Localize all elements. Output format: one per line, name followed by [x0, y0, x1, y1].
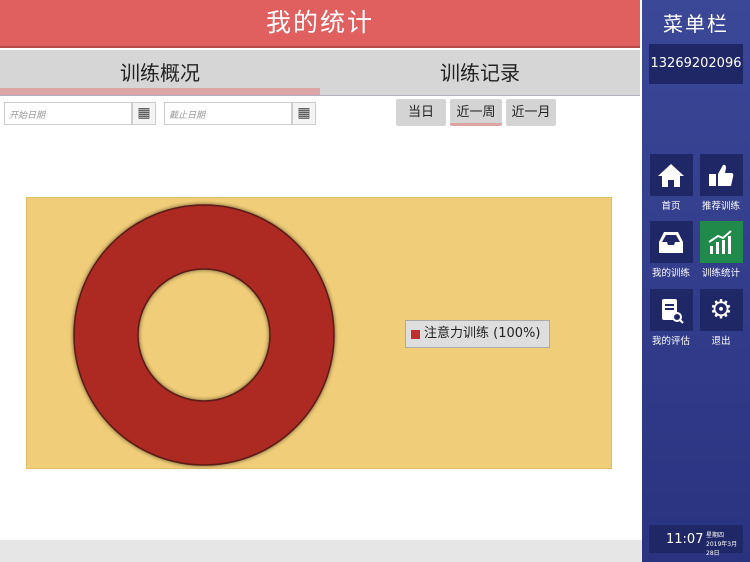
legend-label: 注意力训练 (100%)	[424, 326, 541, 341]
calendar-icon[interactable]: ▦	[292, 102, 316, 125]
nav-assessment[interactable]: 我的评估	[646, 289, 696, 347]
legend-swatch	[411, 330, 420, 339]
nav-logout[interactable]: ⚙ 退出	[696, 289, 746, 347]
end-date-input[interactable]: 截止日期	[164, 102, 292, 125]
chart-icon	[699, 221, 743, 263]
start-date-input[interactable]: 开始日期	[4, 102, 132, 125]
bottom-bar	[0, 540, 642, 562]
end-date-placeholder: 截止日期	[169, 111, 206, 121]
gear-icon: ⚙	[699, 289, 743, 331]
clock-time: 11:07	[666, 532, 704, 547]
nav-recommended[interactable]: 推荐训练	[696, 154, 746, 212]
nav-label: 我的训练	[651, 268, 690, 279]
clock-date: 2019年3月28日	[706, 541, 738, 557]
nav-label: 退出	[711, 336, 731, 347]
clock-weekday: 星期四	[706, 532, 725, 539]
donut-slice-注意力训练	[73, 204, 335, 466]
tab-records[interactable]: 训练记录	[320, 50, 640, 96]
nav-label: 我的评估	[651, 336, 690, 347]
active-tab-indicator	[0, 88, 320, 95]
nav-statistics[interactable]: 训练统计	[696, 221, 746, 279]
page-title: 我的统计	[0, 0, 640, 48]
month-button[interactable]: 近一月	[506, 99, 556, 126]
nav-my-training[interactable]: 我的训练	[646, 221, 696, 279]
today-button[interactable]: 当日	[396, 99, 446, 126]
calendar-icon[interactable]: ▦	[132, 102, 156, 125]
inbox-icon	[649, 221, 693, 263]
nav-home[interactable]: 首页	[646, 154, 696, 212]
thumbs-up-icon	[699, 154, 743, 196]
sidebar: 菜单栏 13269202096 首页 推荐训练 我的训练 训练统计 我的评估 ⚙…	[642, 0, 750, 562]
home-icon	[649, 154, 693, 196]
sidebar-title: 菜单栏	[663, 12, 729, 36]
clock: 11:07 星期四 2019年3月28日	[649, 525, 743, 557]
user-phone: 13269202096	[649, 44, 743, 84]
chart-legend: 注意力训练 (100%)	[405, 320, 550, 348]
report-search-icon	[649, 289, 693, 331]
start-date-placeholder: 开始日期	[9, 111, 46, 121]
chart-panel: 注意力训练 (100%)	[26, 197, 612, 469]
week-button[interactable]: 近一周	[450, 99, 502, 126]
nav-label: 训练统计	[701, 268, 740, 279]
nav-label: 推荐训练	[701, 201, 740, 212]
nav-label: 首页	[661, 201, 681, 212]
